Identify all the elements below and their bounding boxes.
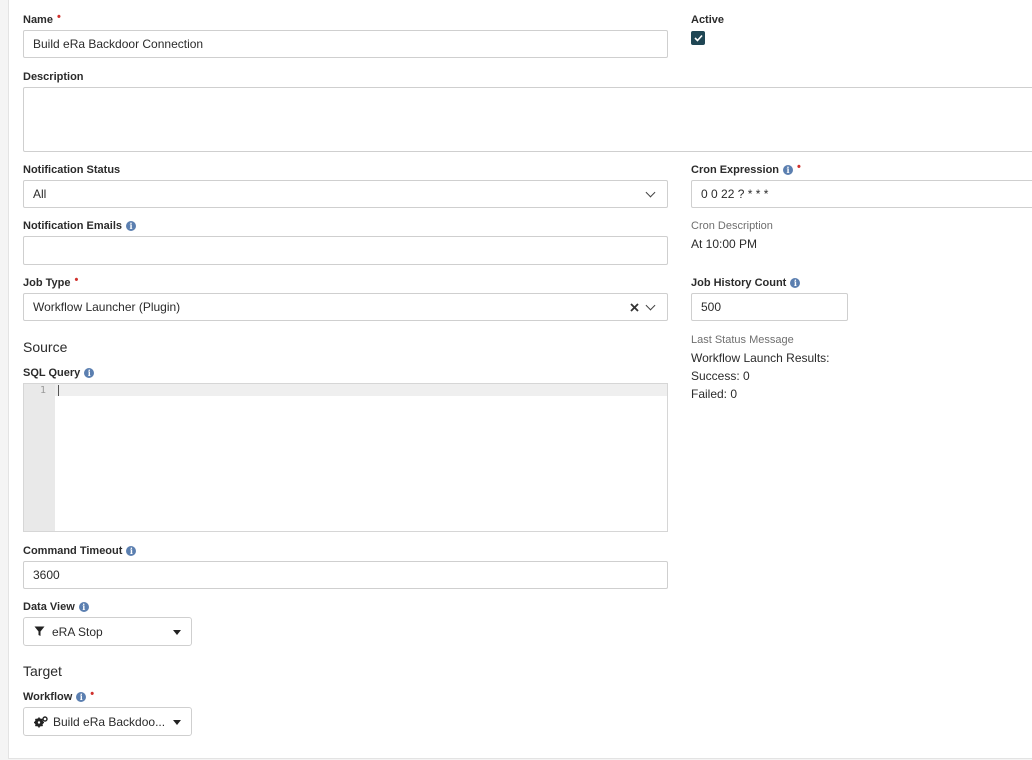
last-status-line: Failed: 0 xyxy=(691,387,738,401)
description-label: Description xyxy=(23,71,84,83)
required-marker: • xyxy=(74,274,79,286)
target-heading: Target xyxy=(23,663,62,679)
source-heading: Source xyxy=(23,339,68,355)
last-status-line: Success: 0 xyxy=(691,369,750,383)
description-textarea[interactable] xyxy=(23,87,1032,152)
required-marker: • xyxy=(797,161,801,173)
job-history-count-label: Job History Count i xyxy=(691,277,801,289)
workflow-label: Workflow i • xyxy=(23,688,95,703)
notification-status-label: Notification Status xyxy=(23,164,121,176)
gears-icon xyxy=(34,715,48,727)
info-circle-icon[interactable]: i xyxy=(790,278,801,288)
notification-status-select[interactable]: All xyxy=(23,180,668,208)
info-circle-icon[interactable]: i xyxy=(126,546,137,556)
info-circle-icon[interactable]: i xyxy=(126,221,137,231)
cron-description-value: At 10:00 PM xyxy=(691,237,758,251)
job-type-label: Job Type • xyxy=(23,274,79,289)
name-input[interactable]: Build eRa Backdoor Connection xyxy=(23,30,668,58)
info-circle-icon[interactable]: i xyxy=(84,368,95,378)
text-cursor xyxy=(58,385,59,396)
cron-expression-input[interactable]: 0 0 22 ? * * * xyxy=(691,180,1032,208)
data-view-dropdown[interactable]: eRA Stop xyxy=(23,617,192,646)
required-marker: • xyxy=(90,688,95,700)
active-checkbox[interactable] xyxy=(691,31,705,45)
info-circle-icon[interactable]: i xyxy=(783,165,794,175)
sql-query-label: SQL Query i xyxy=(23,367,95,379)
chevron-down-icon xyxy=(645,187,656,198)
info-circle-icon[interactable]: i xyxy=(78,602,89,612)
last-status-line: Workflow Launch Results: xyxy=(691,351,830,365)
notification-emails-label: Notification Emails i xyxy=(23,220,137,232)
cron-description-label: Cron Description xyxy=(691,220,773,232)
caret-down-icon xyxy=(173,720,181,725)
clear-x-icon[interactable] xyxy=(630,303,639,312)
cron-expression-label: Cron Expression i • xyxy=(691,161,801,176)
checkmark-icon xyxy=(693,34,703,42)
sql-query-editor[interactable]: 1 xyxy=(23,383,668,532)
line-gutter: 1 xyxy=(24,384,55,531)
job-history-count-input[interactable]: 500 xyxy=(691,293,848,321)
job-type-select[interactable]: Workflow Launcher (Plugin) xyxy=(23,293,668,321)
caret-down-icon xyxy=(173,630,181,635)
data-view-label: Data View i xyxy=(23,601,89,613)
notification-emails-input[interactable] xyxy=(23,236,668,265)
active-label: Active xyxy=(691,14,725,26)
chevron-down-icon xyxy=(645,300,656,311)
command-timeout-label: Command Timeout i xyxy=(23,545,137,557)
command-timeout-input[interactable]: 3600 xyxy=(23,561,668,589)
active-line-highlight xyxy=(55,384,667,396)
filter-icon xyxy=(34,626,45,636)
name-label: Name • xyxy=(23,11,61,26)
required-marker: • xyxy=(56,11,61,23)
info-circle-icon[interactable]: i xyxy=(76,692,87,702)
line-number: 1 xyxy=(39,385,46,396)
workflow-dropdown[interactable]: Build eRa Backdoo... xyxy=(23,707,192,736)
last-status-label: Last Status Message xyxy=(691,334,794,346)
